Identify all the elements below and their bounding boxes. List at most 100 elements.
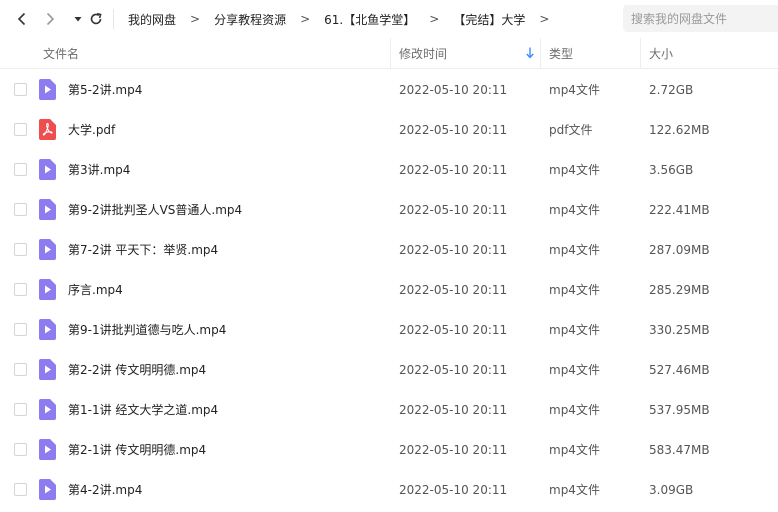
table-row[interactable]: 序言.mp4 2022-05-10 20:11 mp4文件 285.29MB [0, 270, 778, 310]
file-list: 第5-2讲.mp4 2022-05-10 20:11 mp4文件 2.72GB … [0, 70, 778, 510]
file-size: 3.09GB [649, 483, 694, 497]
breadcrumb-item-my-drive[interactable]: 我的网盘 [128, 11, 176, 28]
table-row[interactable]: 第9-1讲批判道德与吃人.mp4 2022-05-10 20:11 mp4文件 … [0, 310, 778, 350]
file-modified: 2022-05-10 20:11 [399, 243, 508, 257]
row-checkbox[interactable] [14, 163, 27, 176]
row-checkbox[interactable] [14, 83, 27, 96]
file-type: mp4文件 [549, 403, 600, 417]
file-modified: 2022-05-10 20:11 [399, 363, 508, 377]
file-modified: 2022-05-10 20:11 [399, 403, 508, 417]
column-header-modified[interactable]: 修改时间 [399, 38, 447, 69]
column-header-type[interactable]: 类型 [549, 38, 573, 69]
file-type: mp4文件 [549, 83, 600, 97]
table-row[interactable]: 第2-2讲 传文明明德.mp4 2022-05-10 20:11 mp4文件 5… [0, 350, 778, 390]
file-type: mp4文件 [549, 363, 600, 377]
table-row[interactable]: 第9-2讲批判圣人VS普通人.mp4 2022-05-10 20:11 mp4文… [0, 190, 778, 230]
video-file-icon [39, 279, 56, 300]
file-name[interactable]: 第9-1讲批判道德与吃人.mp4 [68, 310, 226, 350]
file-modified: 2022-05-10 20:11 [399, 323, 508, 337]
file-list-header: 文件名 修改时间 类型 大小 [0, 38, 778, 69]
file-name[interactable]: 第2-2讲 传文明明德.mp4 [68, 350, 206, 390]
column-header-name[interactable]: 文件名 [43, 38, 79, 69]
search-box [623, 5, 778, 32]
table-row[interactable]: 大学.pdf 2022-05-10 20:11 pdf文件 122.62MB [0, 110, 778, 150]
chevron-right-icon[interactable] [40, 9, 60, 29]
file-type: mp4文件 [549, 443, 600, 457]
table-row[interactable]: 第5-2讲.mp4 2022-05-10 20:11 mp4文件 2.72GB [0, 70, 778, 110]
file-size: 583.47MB [649, 443, 710, 457]
table-row[interactable]: 第4-2讲.mp4 2022-05-10 20:11 mp4文件 3.09GB [0, 470, 778, 510]
file-size: 527.46MB [649, 363, 710, 377]
file-size: 3.56GB [649, 163, 694, 177]
video-file-icon [39, 79, 56, 100]
video-file-icon [39, 399, 56, 420]
row-checkbox[interactable] [14, 283, 27, 296]
sort-descending-icon[interactable] [525, 46, 535, 60]
row-checkbox[interactable] [14, 243, 27, 256]
video-file-icon [39, 319, 56, 340]
video-file-icon [39, 159, 56, 180]
file-name[interactable]: 第7-2讲 平天下：举贤.mp4 [68, 230, 218, 270]
video-file-icon [39, 439, 56, 460]
file-modified: 2022-05-10 20:11 [399, 163, 508, 177]
row-checkbox[interactable] [14, 203, 27, 216]
video-file-icon [39, 239, 56, 260]
column-divider [540, 38, 541, 69]
file-type: mp4文件 [549, 163, 600, 177]
file-name[interactable]: 第2-1讲 传文明明德.mp4 [68, 430, 206, 470]
row-checkbox[interactable] [14, 363, 27, 376]
file-modified: 2022-05-10 20:11 [399, 483, 508, 497]
file-size: 330.25MB [649, 323, 710, 337]
refresh-icon[interactable] [86, 9, 106, 29]
video-file-icon [39, 479, 56, 500]
file-type: pdf文件 [549, 123, 593, 137]
file-modified: 2022-05-10 20:11 [399, 203, 508, 217]
file-name[interactable]: 第9-2讲批判圣人VS普通人.mp4 [68, 190, 242, 230]
file-type: mp4文件 [549, 243, 600, 257]
file-type: mp4文件 [549, 203, 600, 217]
table-row[interactable]: 第3讲.mp4 2022-05-10 20:11 mp4文件 3.56GB [0, 150, 778, 190]
file-size: 537.95MB [649, 403, 710, 417]
row-checkbox[interactable] [14, 123, 27, 136]
row-checkbox[interactable] [14, 483, 27, 496]
table-row[interactable]: 第2-1讲 传文明明德.mp4 2022-05-10 20:11 mp4文件 5… [0, 430, 778, 470]
table-row[interactable]: 第1-1讲 经文大学之道.mp4 2022-05-10 20:11 mp4文件 … [0, 390, 778, 430]
file-modified: 2022-05-10 20:11 [399, 123, 508, 137]
file-name[interactable]: 序言.mp4 [68, 270, 123, 310]
row-checkbox[interactable] [14, 323, 27, 336]
toolbar: 我的网盘 > 分享教程资源 > 61.【北鱼学堂】 > 【完结】大学 > [0, 0, 778, 38]
file-size: 122.62MB [649, 123, 710, 137]
breadcrumb-item-shared-resources[interactable]: 分享教程资源 [214, 11, 286, 28]
file-size: 222.41MB [649, 203, 710, 217]
file-name[interactable]: 大学.pdf [68, 110, 115, 150]
column-divider [640, 38, 641, 69]
pdf-file-icon [39, 119, 56, 140]
file-modified: 2022-05-10 20:11 [399, 83, 508, 97]
file-modified: 2022-05-10 20:11 [399, 443, 508, 457]
file-type: mp4文件 [549, 283, 600, 297]
table-row[interactable]: 第7-2讲 平天下：举贤.mp4 2022-05-10 20:11 mp4文件 … [0, 230, 778, 270]
toolbar-divider [113, 9, 114, 29]
chevron-left-icon[interactable] [12, 9, 32, 29]
row-checkbox[interactable] [14, 443, 27, 456]
file-name[interactable]: 第1-1讲 经文大学之道.mp4 [68, 390, 218, 430]
file-size: 287.09MB [649, 243, 710, 257]
file-size: 2.72GB [649, 83, 694, 97]
file-name[interactable]: 第3讲.mp4 [68, 150, 130, 190]
breadcrumb-item-current-folder[interactable]: 【完结】大学 [453, 11, 525, 28]
breadcrumb-separator: > [190, 12, 201, 26]
breadcrumb: 我的网盘 > 分享教程资源 > 61.【北鱼学堂】 > 【完结】大学 > [128, 0, 563, 38]
file-name[interactable]: 第4-2讲.mp4 [68, 470, 142, 510]
caret-down-icon[interactable] [68, 9, 88, 29]
file-size: 285.29MB [649, 283, 710, 297]
breadcrumb-separator: > [429, 12, 440, 26]
column-divider [390, 38, 391, 69]
breadcrumb-item-beiyu[interactable]: 61.【北鱼学堂】 [324, 11, 415, 28]
row-checkbox[interactable] [14, 403, 27, 416]
video-file-icon [39, 199, 56, 220]
column-header-size[interactable]: 大小 [649, 38, 673, 69]
file-name[interactable]: 第5-2讲.mp4 [68, 70, 142, 110]
breadcrumb-separator: > [539, 12, 550, 26]
file-modified: 2022-05-10 20:11 [399, 283, 508, 297]
search-input[interactable] [631, 11, 771, 26]
